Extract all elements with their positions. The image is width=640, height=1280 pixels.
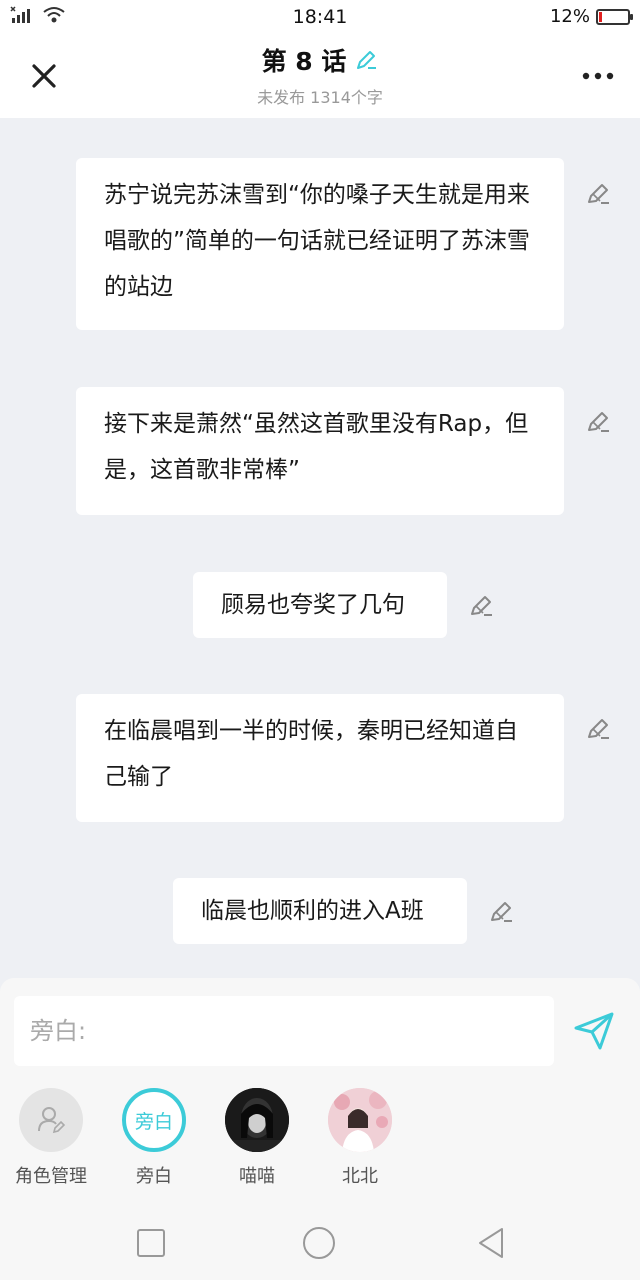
title-wrap: 第 8 话 未发布 1314个字 [0, 42, 640, 108]
composer-panel: 角色管理 旁白 旁白 喵喵 [0, 978, 640, 1204]
message-text: 在临晨唱到一半的时候，秦明已经知道自己输了 [104, 718, 518, 790]
send-icon[interactable] [572, 1008, 616, 1052]
battery-icon [596, 8, 633, 25]
edit-pencil-icon[interactable] [487, 898, 515, 926]
edit-pencil-icon[interactable] [467, 592, 495, 620]
status-time: 18:41 [292, 6, 348, 28]
role-manage-icon [19, 1088, 83, 1152]
composer-input-wrap [14, 996, 554, 1066]
message-text: 接下来是萧然“虽然这首歌里没有Rap，但是，这首歌非常棒” [104, 411, 529, 483]
battery-percent: 12% [549, 6, 590, 27]
page-subtitle: 未发布 1314个字 [257, 88, 383, 107]
role-narrator[interactable]: 旁白 旁白 [114, 1088, 194, 1188]
circle-icon[interactable] [302, 1226, 336, 1260]
title-text: 第 8 话 [261, 47, 347, 76]
composer-input[interactable] [14, 996, 554, 1066]
avatar [328, 1088, 392, 1152]
message-bubble[interactable]: 在临晨唱到一半的时候，秦明已经知道自己输了 [76, 694, 564, 822]
triangle-back-icon[interactable] [474, 1226, 508, 1260]
more-icon[interactable] [578, 62, 618, 90]
message-bubble[interactable]: 接下来是萧然“虽然这首歌里没有Rap，但是，这首歌非常棒” [76, 387, 564, 515]
pencil-icon[interactable] [354, 48, 378, 72]
role-manage[interactable]: 角色管理 [11, 1088, 91, 1188]
message-bubble[interactable]: 临晨也顺利的进入A班 [173, 878, 467, 944]
edit-pencil-icon[interactable] [584, 180, 612, 208]
role-narrator-badge: 旁白 [122, 1088, 186, 1152]
message-text: 苏宁说完苏沫雪到“你的嗓子天生就是用来唱歌的”简单的一句话就已经证明了苏沫雪的站… [104, 182, 530, 300]
role-label: 北北 [342, 1166, 378, 1187]
role-miaomiao[interactable]: 喵喵 [217, 1088, 297, 1188]
message-bubble[interactable]: 苏宁说完苏沫雪到“你的嗓子天生就是用来唱歌的”简单的一句话就已经证明了苏沫雪的站… [76, 158, 564, 330]
battery-fill [599, 11, 602, 22]
status-bar: 18:41 12% [0, 0, 640, 34]
avatar [225, 1088, 289, 1152]
page-title[interactable]: 第 8 话 [262, 42, 379, 78]
message-text: 临晨也顺利的进入A班 [201, 898, 424, 924]
role-beibei[interactable]: 北北 [320, 1088, 400, 1188]
narrator-badge-text: 旁白 [134, 1110, 173, 1133]
role-label: 旁白 [136, 1166, 172, 1187]
role-label: 角色管理 [15, 1166, 87, 1187]
edit-pencil-icon[interactable] [584, 408, 612, 436]
message-bubble[interactable]: 顾易也夸奖了几句 [193, 572, 447, 638]
edit-pencil-icon[interactable] [584, 715, 612, 743]
system-nav-bar [0, 1204, 640, 1280]
status-right: 12% [549, 6, 633, 27]
header: 第 8 话 未发布 1314个字 [0, 34, 640, 118]
role-label: 喵喵 [239, 1166, 275, 1187]
square-icon[interactable] [134, 1226, 168, 1260]
message-text: 顾易也夸奖了几句 [221, 592, 405, 618]
